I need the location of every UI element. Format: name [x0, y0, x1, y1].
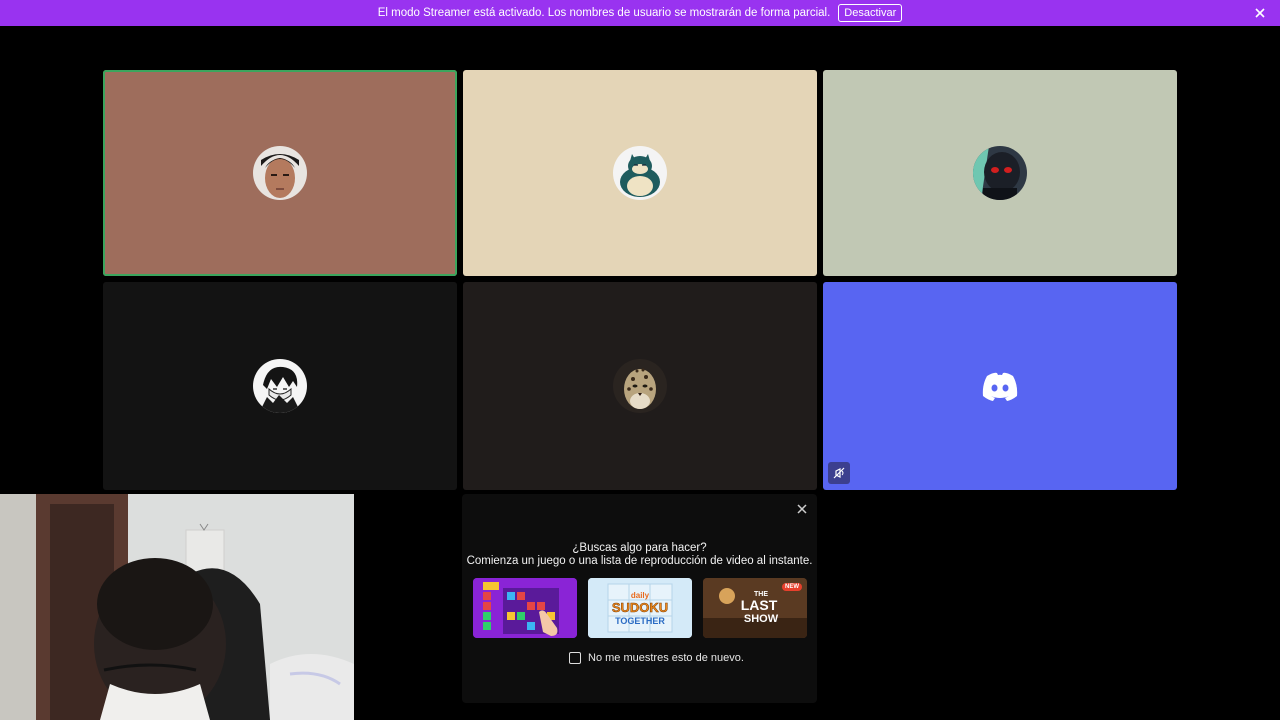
avatar — [613, 359, 667, 413]
svg-text:daily: daily — [631, 591, 650, 600]
deactivate-button[interactable]: Desactivar — [838, 4, 903, 22]
svg-text:TOGETHER: TOGETHER — [615, 616, 665, 626]
game-card-last-show[interactable]: THE LAST SHOW NEW — [703, 578, 807, 638]
dont-show-again-label[interactable]: No me muestres esto de nuevo. — [588, 652, 744, 664]
new-badge: NEW — [782, 583, 802, 591]
self-camera-preview[interactable] — [0, 494, 354, 720]
close-icon[interactable] — [1252, 5, 1268, 21]
panel-title: ¿Buscas algo para hacer? — [572, 542, 707, 554]
svg-text:SHOW: SHOW — [744, 613, 779, 625]
participant-tile-3[interactable] — [823, 70, 1177, 276]
activity-suggestion-panel: ¿Buscas algo para hacer? Comienza un jue… — [462, 494, 817, 703]
avatar — [253, 359, 307, 413]
discord-logo-icon — [982, 372, 1018, 401]
avatar — [613, 146, 667, 200]
streamer-mode-message: El modo Streamer está activado. Los nomb… — [377, 7, 831, 19]
participant-tile-2[interactable] — [463, 70, 817, 276]
participant-tile-6[interactable] — [823, 282, 1177, 490]
avatar — [973, 146, 1027, 200]
game-card-blocks[interactable] — [473, 578, 577, 638]
avatar — [253, 146, 307, 200]
close-icon[interactable] — [795, 502, 809, 516]
svg-text:SUDOKU: SUDOKU — [612, 600, 668, 615]
avatar — [973, 359, 1027, 413]
game-card-sudoku[interactable]: daily SUDOKU TOGETHER — [588, 578, 692, 638]
participant-tile-1[interactable] — [103, 70, 457, 276]
participant-tile-5[interactable] — [463, 282, 817, 490]
svg-text:LAST: LAST — [741, 597, 778, 613]
participant-tile-4[interactable] — [103, 282, 457, 490]
streamer-mode-banner: El modo Streamer está activado. Los nomb… — [0, 0, 1280, 26]
panel-subtitle: Comienza un juego o una lista de reprodu… — [466, 555, 813, 567]
muted-icon[interactable] — [828, 462, 850, 484]
dont-show-again-checkbox[interactable] — [569, 652, 581, 664]
